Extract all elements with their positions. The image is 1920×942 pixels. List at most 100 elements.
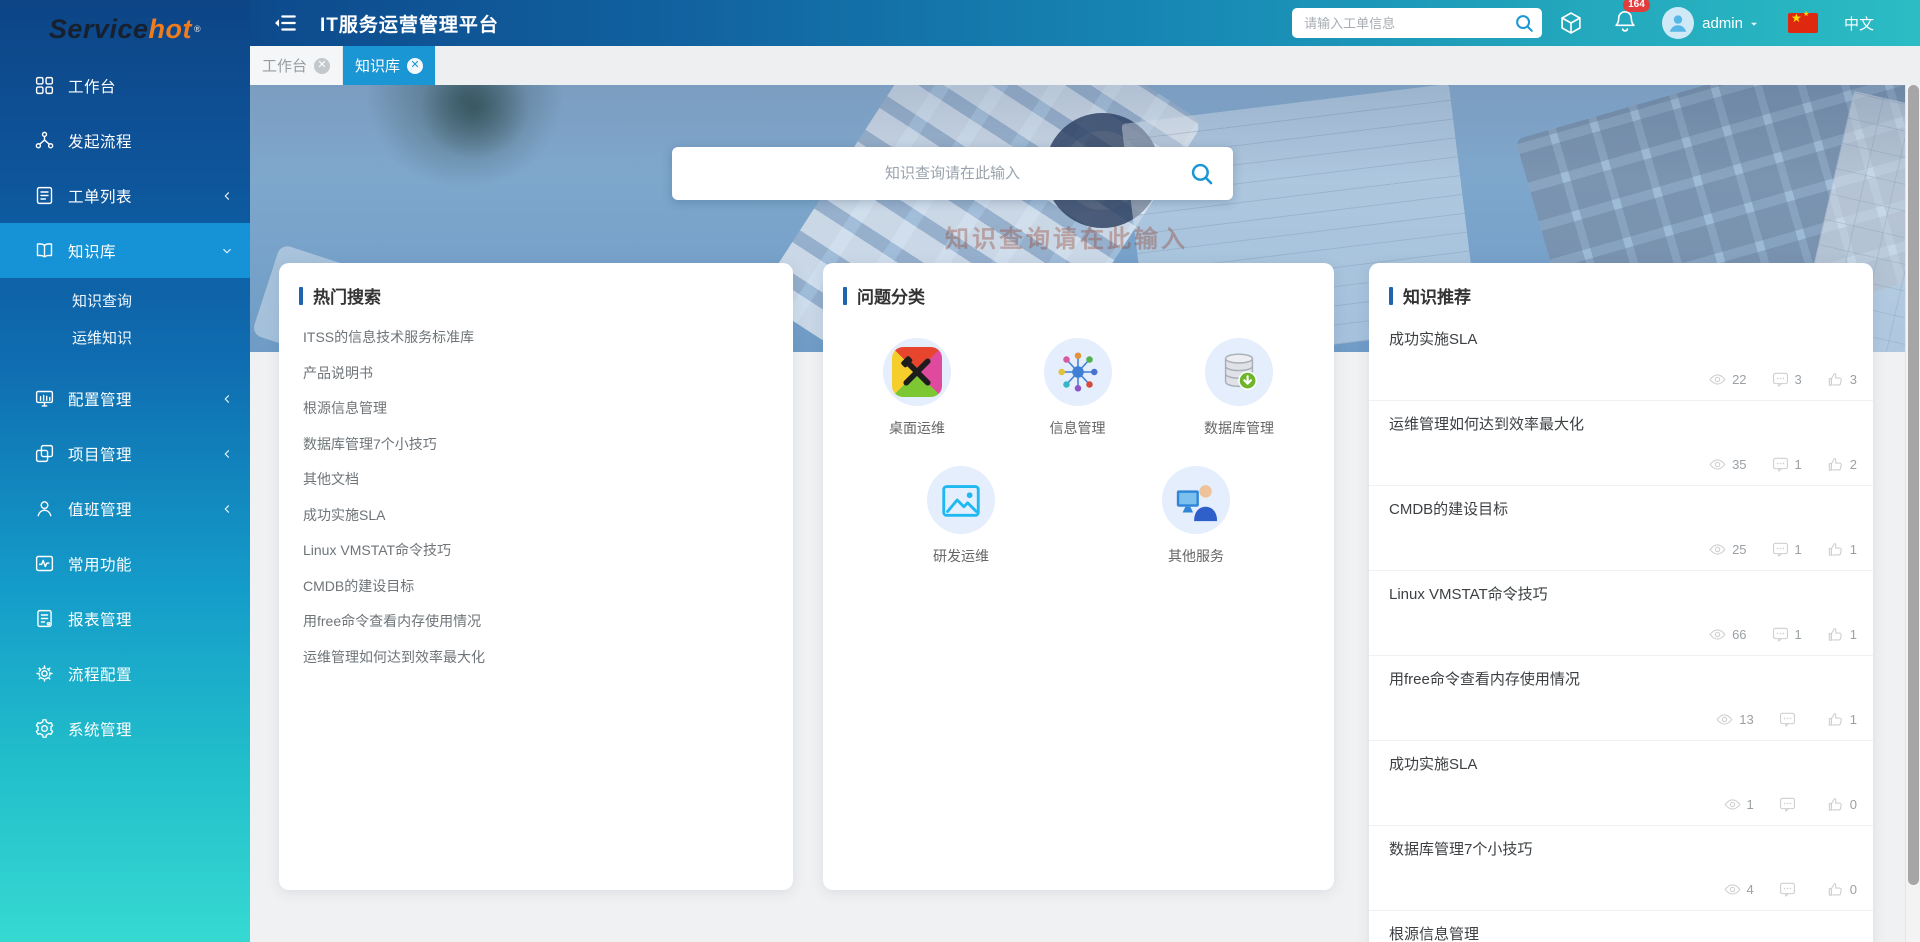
- thumb-up-icon: [1826, 710, 1845, 729]
- sidebar-item-label: 流程配置: [68, 663, 132, 685]
- recommend-item[interactable]: Linux VMSTAT命令技巧 66 1 1: [1369, 571, 1873, 656]
- knowledge-search-box: [672, 147, 1233, 200]
- recommend-item-title[interactable]: Linux VMSTAT命令技巧: [1389, 583, 1548, 604]
- collapse-sidebar-icon[interactable]: [272, 10, 298, 36]
- views-stat: 35: [1708, 455, 1746, 474]
- sidebar-item-duty-mgmt[interactable]: 值班管理: [0, 481, 250, 536]
- avatar[interactable]: [1662, 7, 1694, 39]
- sidebar-item-common-functions[interactable]: 常用功能: [0, 536, 250, 591]
- ticket-search-input[interactable]: [1304, 9, 1509, 37]
- chevron-left-icon: [220, 392, 234, 406]
- comment-icon: [1771, 455, 1790, 474]
- title-bar-accent: [299, 287, 303, 305]
- recommend-item[interactable]: 用free命令查看内存使用情况 13 1: [1369, 656, 1873, 741]
- tab-workbench[interactable]: 工作台 ✕: [250, 46, 343, 85]
- recommend-item-title[interactable]: 运维管理如何达到效率最大化: [1389, 413, 1584, 434]
- hot-search-item[interactable]: 其他文档: [303, 462, 769, 498]
- close-icon[interactable]: ✕: [314, 58, 330, 74]
- comment-icon: [1778, 795, 1797, 814]
- sidebar-subitem-knowledge-query[interactable]: 知识查询: [0, 283, 250, 320]
- brand-mark: ®: [194, 24, 201, 34]
- hot-search-item[interactable]: 根源信息管理: [303, 391, 769, 427]
- vertical-scrollbar[interactable]: [1905, 85, 1920, 942]
- knowledge-search-input[interactable]: [672, 147, 1233, 200]
- comments-stat: 1: [1771, 625, 1802, 644]
- username[interactable]: admin: [1702, 15, 1743, 32]
- sidebar-item-project-mgmt[interactable]: 项目管理: [0, 426, 250, 481]
- notifications[interactable]: 164: [1612, 8, 1638, 39]
- comment-icon: [1778, 880, 1797, 899]
- hot-search-item[interactable]: ITSS的信息技术服务标准库: [303, 320, 769, 356]
- sidebar-item-ticket-list[interactable]: 工单列表: [0, 168, 250, 223]
- list-icon: [34, 185, 55, 206]
- recommend-item-title[interactable]: 成功实施SLA: [1389, 328, 1477, 349]
- category-label: 研发运维: [927, 546, 995, 566]
- recommend-item[interactable]: 根源信息管理: [1369, 911, 1873, 942]
- hot-search-item[interactable]: 数据库管理7个小技巧: [303, 427, 769, 463]
- cube-icon[interactable]: [1558, 10, 1584, 36]
- sidebar-item-report-mgmt[interactable]: 报表管理: [0, 591, 250, 646]
- hot-search-title: 热门搜索: [313, 283, 381, 308]
- recommend-item-title[interactable]: CMDB的建设目标: [1389, 498, 1508, 519]
- recommend-list: 成功实施SLA 22 3 3 运维管理如何达到效率最大化 35 1 2 CMDB…: [1369, 316, 1873, 942]
- category-info-mgmt[interactable]: 信息管理: [1044, 338, 1112, 438]
- chevron-down-icon: [220, 244, 234, 258]
- tab-label: 工作台: [262, 55, 307, 76]
- views-stat: 1: [1723, 795, 1754, 814]
- eye-icon: [1708, 625, 1727, 644]
- sidebar-item-knowledge-base[interactable]: 知识库: [0, 223, 250, 278]
- hot-search-item[interactable]: 用free命令查看内存使用情况: [303, 604, 769, 640]
- recommend-item[interactable]: 数据库管理7个小技巧 4 0: [1369, 826, 1873, 911]
- tab-knowledge-base[interactable]: 知识库 ✕: [343, 46, 436, 85]
- report-icon: [34, 608, 55, 629]
- search-icon[interactable]: [1513, 12, 1535, 34]
- sidebar-item-system-mgmt[interactable]: 系统管理: [0, 701, 250, 756]
- process-gear-icon: [34, 663, 55, 684]
- likes-stat: 1: [1826, 710, 1857, 729]
- sidebar-menu: 工作台 发起流程 工单列表 知识库 知识查询 运维知识 配置管理 项目管理: [0, 58, 250, 756]
- category-rd-ops[interactable]: 研发运维: [927, 466, 995, 566]
- thumb-up-icon: [1826, 455, 1845, 474]
- category-database-mgmt[interactable]: 数据库管理: [1204, 338, 1274, 438]
- recommend-item[interactable]: 运维管理如何达到效率最大化 35 1 2: [1369, 401, 1873, 486]
- hot-search-item[interactable]: CMDB的建设目标: [303, 569, 769, 605]
- hot-search-item[interactable]: 运维管理如何达到效率最大化: [303, 640, 769, 676]
- card-title: 热门搜索: [279, 263, 793, 316]
- sidebar-item-workbench[interactable]: 工作台: [0, 58, 250, 113]
- eye-icon: [1708, 540, 1727, 559]
- recommend-item[interactable]: CMDB的建设目标 25 1 1: [1369, 486, 1873, 571]
- scrollbar-thumb[interactable]: [1908, 85, 1919, 885]
- category-other-services[interactable]: 其他服务: [1162, 466, 1230, 566]
- sidebar-item-process-config[interactable]: 流程配置: [0, 646, 250, 701]
- likes-stat: 1: [1826, 625, 1857, 644]
- recommend-item-title[interactable]: 数据库管理7个小技巧: [1389, 838, 1532, 859]
- comments-stat: [1778, 880, 1802, 899]
- recommend-item[interactable]: 成功实施SLA 22 3 3: [1369, 316, 1873, 401]
- sidebar-subitem-ops-knowledge[interactable]: 运维知识: [0, 320, 250, 357]
- recommend-item-title[interactable]: 根源信息管理: [1389, 923, 1479, 942]
- recommend-item[interactable]: 成功实施SLA 1 0: [1369, 741, 1873, 826]
- comments-stat: 1: [1771, 540, 1802, 559]
- sidebar-item-label: 工作台: [68, 75, 116, 97]
- category-label: 其他服务: [1162, 546, 1230, 566]
- sidebar-item-config-mgmt[interactable]: 配置管理: [0, 371, 250, 426]
- hot-search-item[interactable]: Linux VMSTAT命令技巧: [303, 533, 769, 569]
- caret-down-icon[interactable]: [1748, 17, 1760, 29]
- recommend-item-title[interactable]: 用free命令查看内存使用情况: [1389, 668, 1580, 689]
- hot-search-item[interactable]: 产品说明书: [303, 356, 769, 392]
- category-desktop-ops[interactable]: 桌面运维: [883, 338, 951, 438]
- language-switch[interactable]: 中文: [1844, 13, 1874, 34]
- title-bar-accent: [843, 287, 847, 305]
- comments-stat: [1778, 710, 1802, 729]
- eye-icon: [1723, 795, 1742, 814]
- close-icon[interactable]: ✕: [407, 58, 423, 74]
- sidebar-item-start-process[interactable]: 发起流程: [0, 113, 250, 168]
- hot-search-item[interactable]: 成功实施SLA: [303, 498, 769, 534]
- top-bar: IT服务运营管理平台 164 admin ★★ 中文: [250, 0, 1920, 46]
- bell-icon[interactable]: [1612, 21, 1638, 38]
- recommend-item-title[interactable]: 成功实施SLA: [1389, 753, 1477, 774]
- comments-stat: [1778, 795, 1802, 814]
- search-icon[interactable]: [1188, 160, 1215, 187]
- brand-logo: Servicehot®: [0, 0, 250, 58]
- likes-stat: 0: [1826, 795, 1857, 814]
